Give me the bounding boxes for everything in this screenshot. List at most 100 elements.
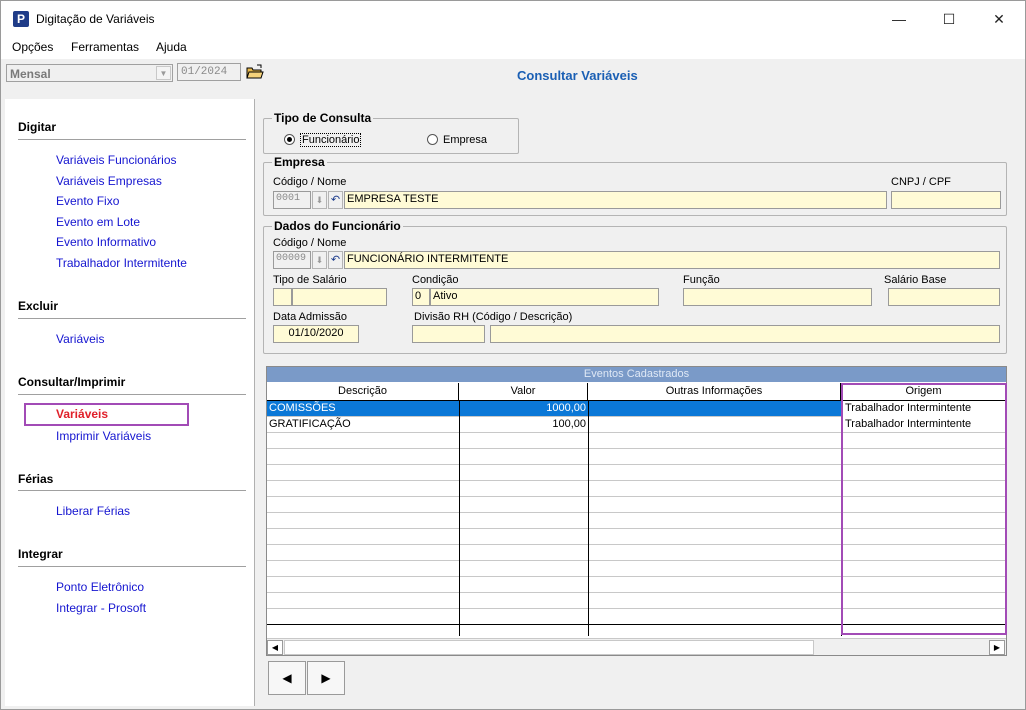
menu-ferramentas[interactable]: Ferramentas xyxy=(71,40,139,54)
period-type-value: Mensal xyxy=(10,67,51,81)
sidebar-item-variaveis-funcionarios[interactable]: Variáveis Funcionários xyxy=(56,153,177,167)
sidebar: Digitar Variáveis Funcionários Variáveis… xyxy=(5,99,255,706)
download-icon[interactable]: ⬇ xyxy=(312,251,327,269)
close-icon: ✕ xyxy=(993,11,1005,27)
sidebar-item-imprimir-variaveis[interactable]: Imprimir Variáveis xyxy=(56,429,151,443)
empty-row xyxy=(267,465,1006,481)
funcionario-group: Dados do Funcionário Código / Nome 00009… xyxy=(263,219,1007,354)
chevron-left-icon: ◀ xyxy=(282,671,292,685)
sidebar-section-excluir: Excluir xyxy=(18,299,59,313)
cnpj-field[interactable] xyxy=(891,191,1001,209)
cell-valor: 1000,00 xyxy=(546,402,586,414)
sidebar-item-evento-informativo[interactable]: Evento Informativo xyxy=(56,235,156,249)
divider xyxy=(18,490,246,491)
radio-funcionario-label[interactable]: Funcionário xyxy=(300,133,362,147)
window-title: Digitação de Variáveis xyxy=(36,12,155,26)
download-icon[interactable]: ⬇ xyxy=(312,191,327,209)
table-row[interactable]: GRATIFICAÇÃO 100,00 Trabalhador Intermin… xyxy=(267,417,1006,433)
empresa-nome-field[interactable]: EMPRESA TESTE xyxy=(344,191,887,209)
scroll-left-icon[interactable]: ◀ xyxy=(267,640,283,655)
empty-row xyxy=(267,433,1006,449)
sidebar-section-ferias: Férias xyxy=(18,472,54,486)
undo-icon[interactable]: ↶ xyxy=(328,251,343,269)
app-icon: P xyxy=(13,11,29,27)
scroll-right-icon[interactable]: ▶ xyxy=(989,640,1005,655)
next-button[interactable]: ▶ xyxy=(307,661,345,695)
funcionario-title: Dados do Funcionário xyxy=(272,219,403,233)
column-header-descricao[interactable]: Descrição xyxy=(267,383,459,401)
sidebar-section-consultar: Consultar/Imprimir xyxy=(18,375,126,389)
funcao-label: Função xyxy=(683,274,720,286)
column-header-outras[interactable]: Outras Informações xyxy=(588,383,841,401)
funcionario-codigo-field[interactable]: 00009 xyxy=(273,251,311,269)
scrollbar-thumb[interactable] xyxy=(284,640,814,655)
divisao-field[interactable] xyxy=(490,325,1000,343)
chevron-down-icon[interactable]: ▼ xyxy=(156,66,171,80)
open-folder-icon[interactable] xyxy=(245,63,265,81)
menu-opcoes[interactable]: Opções xyxy=(12,40,53,54)
app-window: P Digitação de Variáveis — ☐ ✕ Opções Fe… xyxy=(0,0,1026,710)
radio-funcionario[interactable] xyxy=(284,134,295,145)
column-divider xyxy=(459,401,460,636)
sidebar-section-digitar: Digitar xyxy=(18,120,57,134)
cell-outras xyxy=(588,417,841,433)
period-input[interactable]: 01/2024 xyxy=(177,63,241,81)
tipo-salario-code-field[interactable] xyxy=(273,288,292,306)
empty-row xyxy=(267,545,1006,561)
page-title: Consultar Variáveis xyxy=(517,68,638,83)
empty-row xyxy=(267,609,1006,625)
divisao-code-field[interactable] xyxy=(412,325,485,343)
column-header-valor[interactable]: Valor xyxy=(459,383,588,401)
divider xyxy=(18,139,246,140)
undo-icon[interactable]: ↶ xyxy=(328,191,343,209)
funcionario-codigo-label: Código / Nome xyxy=(273,237,347,249)
previous-button[interactable]: ◀ xyxy=(268,661,306,695)
data-admissao-label: Data Admissão xyxy=(273,311,347,323)
sidebar-item-excluir-variaveis[interactable]: Variáveis xyxy=(56,332,104,346)
sidebar-item-evento-fixo[interactable]: Evento Fixo xyxy=(56,194,119,208)
close-button[interactable]: ✕ xyxy=(976,1,1022,37)
empresa-group: Empresa Código / Nome 0001 ⬇ ↶ EMPRESA T… xyxy=(263,155,1007,216)
empresa-codigo-field[interactable]: 0001 xyxy=(273,191,311,209)
sidebar-item-consultar-variaveis[interactable]: Variáveis xyxy=(56,407,108,421)
radio-empresa-label[interactable]: Empresa xyxy=(443,134,487,146)
sidebar-item-variaveis-empresas[interactable]: Variáveis Empresas xyxy=(56,174,162,188)
tipo-salario-label: Tipo de Salário xyxy=(273,274,347,286)
column-divider xyxy=(588,401,589,636)
column-header-origem[interactable]: Origem xyxy=(841,383,1006,401)
sidebar-item-ponto-eletronico[interactable]: Ponto Eletrônico xyxy=(56,580,144,594)
empty-row xyxy=(267,481,1006,497)
empty-row xyxy=(267,577,1006,593)
funcao-field[interactable] xyxy=(683,288,872,306)
tipo-salario-field[interactable] xyxy=(292,288,387,306)
horizontal-scrollbar[interactable]: ◀ ▶ xyxy=(267,638,1006,655)
minimize-icon: — xyxy=(892,11,906,27)
minimize-button[interactable]: — xyxy=(876,1,922,37)
sidebar-item-integrar-prosoft[interactable]: Integrar - Prosoft xyxy=(56,601,146,615)
sidebar-item-evento-lote[interactable]: Evento em Lote xyxy=(56,215,140,229)
grid-title: Eventos Cadastrados xyxy=(267,367,1006,382)
cnpj-label: CNPJ / CPF xyxy=(891,176,951,188)
empty-row xyxy=(267,449,1006,465)
sidebar-item-liberar-ferias[interactable]: Liberar Férias xyxy=(56,504,130,518)
empty-row xyxy=(267,497,1006,513)
empty-row xyxy=(267,513,1006,529)
empresa-codigo-label: Código / Nome xyxy=(273,176,347,188)
menu-bar: Opções Ferramentas Ajuda xyxy=(1,37,1025,59)
grid-header: Descrição Valor Outras Informações Orige… xyxy=(267,383,1006,401)
data-admissao-field[interactable]: 01/10/2020 xyxy=(273,325,359,343)
condicao-code-field[interactable]: 0 xyxy=(412,288,430,306)
radio-empresa[interactable] xyxy=(427,134,438,145)
condicao-field[interactable]: Ativo xyxy=(430,288,659,306)
salario-base-field[interactable] xyxy=(888,288,1000,306)
divisao-label: Divisão RH (Código / Descrição) xyxy=(414,311,573,323)
salario-base-label: Salário Base xyxy=(884,274,947,286)
sidebar-item-trabalhador-intermitente[interactable]: Trabalhador Intermitente xyxy=(56,256,187,270)
empty-row xyxy=(267,529,1006,545)
cell-descricao: COMISSÕES xyxy=(269,402,336,414)
table-row[interactable]: COMISSÕES 1000,00 Trabalhador Interminte… xyxy=(267,401,1006,417)
period-type-select[interactable]: Mensal ▼ xyxy=(6,64,173,82)
funcionario-nome-field[interactable]: FUNCIONÁRIO INTERMITENTE xyxy=(344,251,1000,269)
menu-ajuda[interactable]: Ajuda xyxy=(156,40,187,54)
maximize-button[interactable]: ☐ xyxy=(926,1,972,37)
